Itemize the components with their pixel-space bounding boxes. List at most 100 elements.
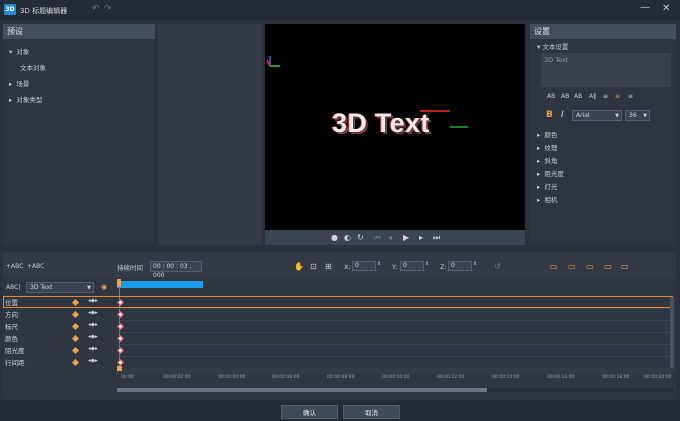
align-center-icon[interactable]: ≡ <box>615 93 620 100</box>
transform-gizmo[interactable] <box>410 110 470 150</box>
color-drop-icon[interactable]: ◐ <box>344 233 351 242</box>
ruler-tick-label: 00:00:02:00 <box>163 375 191 380</box>
playback-toolbar <box>265 230 525 245</box>
loop-icon[interactable]: ↻ <box>357 233 364 242</box>
object-select[interactable]: 3D Text ▼ <box>26 282 94 293</box>
keyframe-nav-icon[interactable]: ◂◆▸ <box>88 358 98 364</box>
presets-panel: 预设 <box>3 24 155 245</box>
scale-tool-icon[interactable]: ⊞ <box>325 262 332 271</box>
keyframe-tool-icon[interactable]: ▭ <box>568 262 576 271</box>
keyframe-tool-icon[interactable]: ▭ <box>604 262 612 271</box>
text-style-icon[interactable]: AB <box>547 93 555 100</box>
keyframe-tool-icon[interactable]: ▭ <box>550 262 558 271</box>
keyframe-nav-icon[interactable]: ◂◆▸ <box>88 322 98 328</box>
add-text-button[interactable]: +ABC <box>6 263 23 270</box>
keyframe-nav-icon[interactable]: ◂◆▸ <box>88 298 98 304</box>
section-camera[interactable]: ▸ 相机 <box>537 194 557 204</box>
ruler-tick-label: 00:00:16:00 <box>547 375 575 380</box>
axis-gizmo-icon <box>266 56 280 67</box>
ruler-tick-label: 00:00:18:00 <box>602 375 630 380</box>
track-lane[interactable] <box>117 321 673 333</box>
duration-label: 持续时间 <box>117 264 143 272</box>
section-opacity[interactable]: ▸ 阻光度 <box>537 168 564 178</box>
font-family-select[interactable]: Arial ▼ <box>572 110 622 121</box>
reset-icon[interactable]: ↺ <box>494 262 501 271</box>
x-spinner-icon[interactable]: ⇕ <box>377 261 381 267</box>
title-editor-window: 3D 3D 标题编辑器 ↶ ↷ — ✕ 预设 ▾ 对象 文本对象 ▸ 场景 ▸ … <box>0 0 680 421</box>
ruler-tick-label: 00:00:14:00 <box>492 375 520 380</box>
ok-button[interactable]: 确认 <box>281 405 338 419</box>
align-right-icon[interactable]: ≡ <box>628 93 633 100</box>
z-spinner-icon[interactable]: ⇕ <box>473 261 477 267</box>
section-bevel[interactable]: ▸ 斜角 <box>537 155 557 165</box>
clip-duration-bar[interactable] <box>117 281 203 288</box>
keyframe-tool-icon[interactable]: ▭ <box>621 262 629 271</box>
preset-item-scene[interactable]: ▸ 场景 <box>9 78 29 88</box>
section-color[interactable]: ▸ 颜色 <box>537 129 557 139</box>
expand-down-icon[interactable]: ▾ <box>9 48 12 56</box>
keyframe-nav-icon[interactable]: ◂◆▸ <box>88 310 98 316</box>
visibility-eye-icon[interactable]: ◉ <box>101 283 107 291</box>
step-forward-icon[interactable]: ▸ <box>419 233 423 242</box>
minimize-button[interactable]: — <box>640 2 650 13</box>
italic-button[interactable]: I <box>561 110 564 120</box>
ruler-tick-label: 00:00:12:00 <box>437 375 465 380</box>
keyframe-nav-icon[interactable]: ◂◆▸ <box>88 334 98 340</box>
y-label: Y: <box>392 263 398 271</box>
app-icon: 3D <box>4 4 16 15</box>
add-3d-text-button[interactable]: +ABC <box>27 263 44 270</box>
preset-item-text-objects[interactable]: 文本对象 <box>20 62 46 72</box>
align-left-icon[interactable]: ≡ <box>603 93 608 100</box>
font-size-select[interactable]: 36 ▼ <box>625 110 650 121</box>
preset-thumbnails-panel <box>158 24 262 245</box>
cancel-button[interactable]: 取消 <box>343 405 400 419</box>
window-title: 3D 标题编辑器 <box>20 7 68 15</box>
horizontal-scroll-thumb[interactable] <box>117 388 487 392</box>
close-button[interactable]: ✕ <box>662 3 670 14</box>
duration-input[interactable]: 00 : 00 : 03 . 000 <box>150 261 202 279</box>
keyframe-tool-icon[interactable]: ▭ <box>586 262 594 271</box>
playhead-marker-icon[interactable] <box>117 366 122 371</box>
text-input-box[interactable]: 3D Text <box>541 53 671 87</box>
dialog-footer <box>0 400 680 421</box>
bold-button[interactable]: B <box>546 110 553 120</box>
skip-start-icon[interactable]: ⏮ <box>374 233 381 243</box>
move-tool-icon[interactable]: ⊡ <box>310 262 317 271</box>
text-direction-icon[interactable]: A‖ <box>589 93 596 100</box>
object-type-label: ABC| <box>6 284 21 291</box>
preset-item-objects[interactable]: ▾ 对象 <box>9 46 29 56</box>
y-input[interactable]: 0 <box>400 261 424 271</box>
hand-tool-icon[interactable]: ✋ <box>294 262 304 271</box>
ruler-tick-label: 00:00:10:00 <box>382 375 410 380</box>
section-texture[interactable]: ▸ 纹理 <box>537 142 557 152</box>
chevron-down-icon: ▼ <box>87 285 91 291</box>
ruler-tick-label: 00:00:04:00 <box>218 375 246 380</box>
step-back-icon[interactable]: ◂ <box>388 233 392 242</box>
chevron-down-icon: ▼ <box>643 113 647 119</box>
time-ruler[interactable] <box>117 368 673 374</box>
z-input[interactable]: 0 <box>448 261 472 271</box>
ruler-tick-label: 00:00 <box>121 375 134 380</box>
track-lane[interactable] <box>117 309 673 321</box>
text-settings-section[interactable]: ▾ 文本设置 <box>537 41 568 51</box>
playhead-handle[interactable] <box>117 279 121 287</box>
section-lighting[interactable]: ▸ 灯光 <box>537 181 557 191</box>
x-input[interactable]: 0 <box>352 261 376 271</box>
skip-end-icon[interactable]: ⏭ <box>433 233 440 243</box>
expand-right-icon[interactable]: ▸ <box>9 96 12 104</box>
text-style-icon[interactable]: AB <box>561 93 569 100</box>
track-lane[interactable] <box>117 297 673 309</box>
fill-icon[interactable]: ● <box>331 233 338 242</box>
preset-item-object-type[interactable]: ▸ 对象类型 <box>9 94 42 104</box>
expand-right-icon[interactable]: ▸ <box>9 80 12 88</box>
text-style-icon[interactable]: AB <box>574 93 582 100</box>
vertical-scrollbar[interactable] <box>670 297 674 369</box>
track-lane[interactable] <box>117 345 673 357</box>
y-spinner-icon[interactable]: ⇕ <box>425 261 429 267</box>
track-lane[interactable] <box>117 333 673 345</box>
keyframe-nav-icon[interactable]: ◂◆▸ <box>88 346 98 352</box>
settings-header: 设置 <box>530 24 676 39</box>
undo-icon[interactable]: ↶ <box>92 4 100 14</box>
redo-icon[interactable]: ↷ <box>104 4 112 14</box>
play-icon[interactable]: ▶ <box>403 233 409 242</box>
